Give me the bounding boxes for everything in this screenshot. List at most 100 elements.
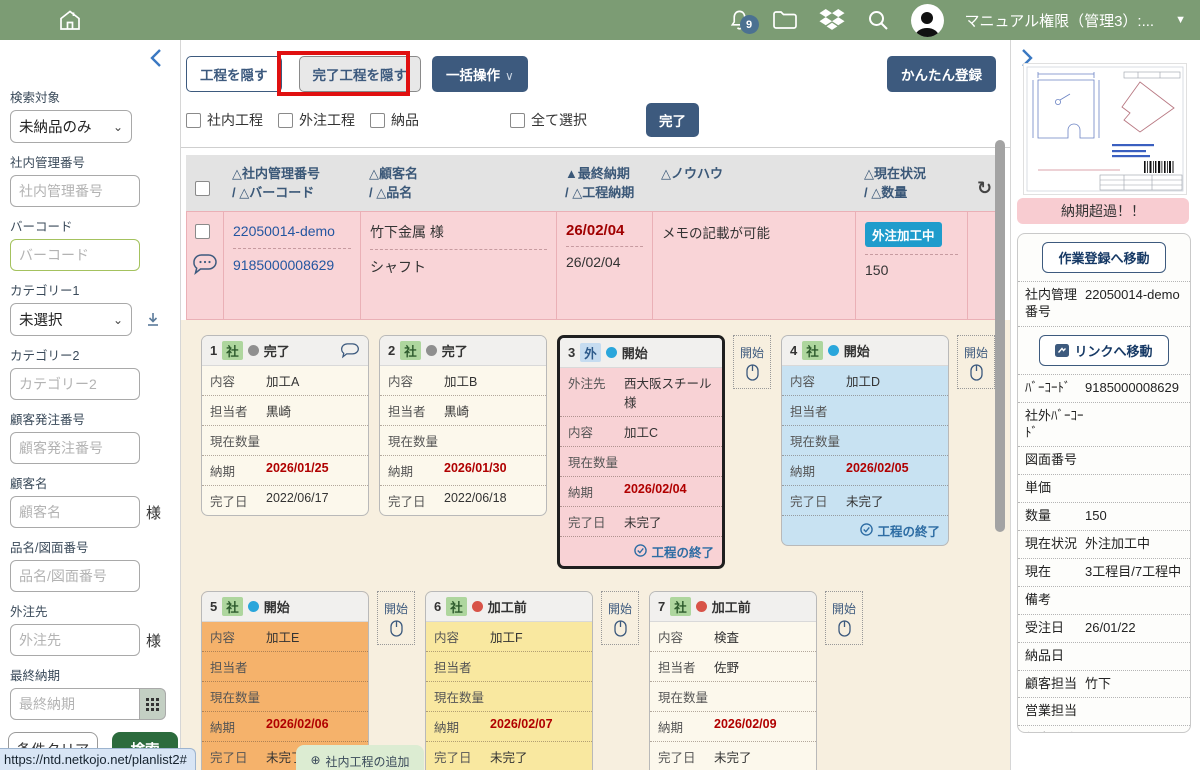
complete-button[interactable]: 完了	[646, 103, 699, 137]
card-row: 現在数量	[202, 425, 368, 455]
refresh-icon[interactable]: ↻	[977, 175, 992, 201]
card-row: 現在数量	[426, 681, 592, 711]
card-row-label: 内容	[658, 627, 714, 646]
end-process-link[interactable]: 工程の終了	[782, 515, 948, 545]
col-customer[interactable]: △顧客名/ △品名	[361, 155, 557, 211]
subcontractor-input[interactable]	[10, 624, 140, 656]
card-row-value: 西大阪スチール様	[624, 373, 714, 411]
start-process-button[interactable]: 開始	[601, 591, 639, 645]
easy-register-button[interactable]: かんたん登録	[887, 56, 996, 92]
work-register-button[interactable]: 作業登録へ移動	[1042, 242, 1165, 273]
card-type-badge: 社	[222, 597, 243, 616]
link-move-button[interactable]: リンクへ移動	[1039, 335, 1168, 366]
product-name: シャフト	[370, 257, 547, 277]
calendar-grid-icon[interactable]	[140, 688, 166, 720]
caret-down-icon[interactable]: ▼	[1175, 14, 1186, 26]
row-checkbox[interactable]	[195, 224, 210, 239]
card-row: 担当者	[426, 651, 592, 681]
chevron-left-icon[interactable]	[148, 48, 164, 68]
memo-bubble-icon[interactable]	[192, 253, 218, 280]
work-register-button-label: 作業登録へ移動	[1058, 248, 1149, 267]
info-row-label: 現在状況	[1025, 536, 1085, 553]
col-knowhow[interactable]: △ノウハウ	[653, 155, 856, 211]
barcode-link[interactable]: 9185000008629	[233, 256, 345, 275]
process-card-5[interactable]: 5社開始内容加工E担当者現在数量納期2026/02/06完了日未完了工程の終了	[201, 591, 369, 770]
info-row: ﾊﾞｰｺｰﾄﾞ9185000008629	[1018, 374, 1190, 402]
card-row-label: 完了日	[210, 747, 266, 766]
customer-name-input[interactable]	[10, 496, 140, 528]
search-target-select[interactable]: 未納品のみ⌄	[10, 110, 132, 143]
card-row: 外注先西大阪スチール様	[560, 368, 722, 416]
header-checkbox[interactable]	[195, 181, 210, 196]
col-management-number[interactable]: △社内管理番号/ △バーコード	[224, 155, 361, 211]
info-row: 図面番号	[1018, 446, 1190, 474]
info-row: 社内管理番号22050014-demo	[1018, 281, 1190, 326]
start-process-button[interactable]: 開始	[825, 591, 863, 645]
info-row: 備考	[1018, 586, 1190, 614]
product-drawing-number-input[interactable]	[10, 560, 140, 592]
status-dot-icon	[696, 601, 707, 612]
customer-order-number-input[interactable]	[10, 432, 140, 464]
process-card-2[interactable]: 2社完了内容加工B担当者黒崎現在数量納期2026/01/30完了日2022/06…	[379, 335, 547, 516]
bulk-action-button[interactable]: 一括操作∨	[432, 56, 528, 92]
start-process-button[interactable]: 開始	[957, 335, 995, 389]
info-row-label: 顧客発注	[1025, 731, 1085, 733]
hide-process-button[interactable]: 工程を隠す	[186, 56, 282, 92]
info-row: 顧客担当竹下	[1018, 670, 1190, 698]
info-row: 営業担当	[1018, 697, 1190, 725]
hide-completed-process-button[interactable]: 完了工程を隠す	[299, 56, 422, 92]
final-due-from-input[interactable]	[10, 688, 140, 720]
card-status: 開始	[622, 343, 648, 362]
internal-number-input[interactable]	[10, 175, 140, 207]
folder-icon[interactable]	[772, 9, 798, 31]
vertical-scrollbar[interactable]	[995, 140, 1005, 532]
order-row[interactable]: 22050014-demo 9185000008629 竹下金属 様 シャフト …	[186, 211, 1001, 320]
add-internal-process-button[interactable]: ⊕ 社内工程の追加	[296, 745, 424, 770]
start-process-button[interactable]: 開始	[733, 335, 771, 389]
topbar: 9 マニュアル権限（管理3）:... ▼	[0, 0, 1200, 40]
col-status[interactable]: △現在状況/ △数量	[856, 155, 968, 211]
notifications-bell-icon[interactable]: 9	[728, 8, 751, 32]
card-row-label: 完了日	[388, 491, 444, 510]
select-all-checkbox[interactable]	[510, 113, 525, 128]
menu-icon[interactable]	[10, 14, 36, 26]
end-process-link[interactable]: 工程の終了	[560, 536, 722, 566]
search-sidebar: 検索対象未納品のみ⌄社内管理番号バーコードカテゴリー1未選択⌄カテゴリー2顧客発…	[0, 40, 181, 770]
avatar[interactable]	[911, 4, 944, 37]
process-card-7[interactable]: 7社加工前内容検査担当者佐野現在数量納期2026/02/09完了日未完了工程の終…	[649, 591, 817, 770]
card-row-label: 担当者	[388, 401, 444, 420]
external-process-checkbox[interactable]	[278, 113, 293, 128]
card-type-badge: 社	[222, 341, 243, 360]
delivery-label: 納品	[391, 110, 419, 130]
search-icon[interactable]	[866, 8, 890, 32]
info-row-label: ﾊﾞｰｺｰﾄﾞ	[1025, 380, 1085, 397]
delivery-checkbox[interactable]	[370, 113, 385, 128]
management-number-link[interactable]: 22050014-demo	[233, 222, 345, 241]
process-card-4[interactable]: 4社開始内容加工D担当者現在数量納期2026/02/05完了日未完了工程の終了	[781, 335, 949, 546]
internal-process-checkbox[interactable]	[186, 113, 201, 128]
process-card-area: 1社完了内容加工A担当者黒崎現在数量納期2026/01/25完了日2022/06…	[181, 320, 1010, 770]
card-row-value	[444, 431, 538, 450]
process-card-3[interactable]: 3外開始外注先西大阪スチール様内容加工C現在数量納期2026/02/04完了日未…	[557, 335, 725, 569]
comment-bubble-icon[interactable]	[340, 342, 360, 359]
process-card-1[interactable]: 1社完了内容加工A担当者黒崎現在数量納期2026/01/25完了日2022/06…	[201, 335, 369, 516]
info-row-value: 外注加工中	[1085, 536, 1150, 553]
final-due-from-label: 最終納期	[10, 665, 170, 684]
info-row-label: 単価	[1025, 480, 1085, 497]
category2-input[interactable]	[10, 368, 140, 400]
dropbox-icon[interactable]	[819, 9, 845, 32]
arrow-down-to-bar-icon[interactable]	[146, 312, 160, 327]
barcode-input[interactable]	[10, 239, 140, 271]
start-process-button[interactable]: 開始	[377, 591, 415, 645]
drawing-thumbnail[interactable]	[1023, 63, 1187, 195]
table-header: △社内管理番号/ △バーコード △顧客名/ △品名 ▲最終納期/ △工程納期 △…	[186, 155, 1001, 211]
card-row: 納期2026/02/04	[560, 476, 722, 506]
card-row-value: 2026/02/04	[624, 482, 714, 501]
card-row: 納期2026/02/05	[782, 455, 948, 485]
card-row-label: 内容	[388, 371, 444, 390]
computer-mouse-icon	[970, 364, 983, 381]
category1-select[interactable]: 未選択⌄	[10, 303, 132, 336]
col-final-due[interactable]: ▲最終納期/ △工程納期	[557, 155, 653, 211]
process-card-6[interactable]: 6社加工前内容加工F担当者現在数量納期2026/02/07完了日未完了工程の終了	[425, 591, 593, 770]
home-icon[interactable]	[58, 8, 82, 32]
